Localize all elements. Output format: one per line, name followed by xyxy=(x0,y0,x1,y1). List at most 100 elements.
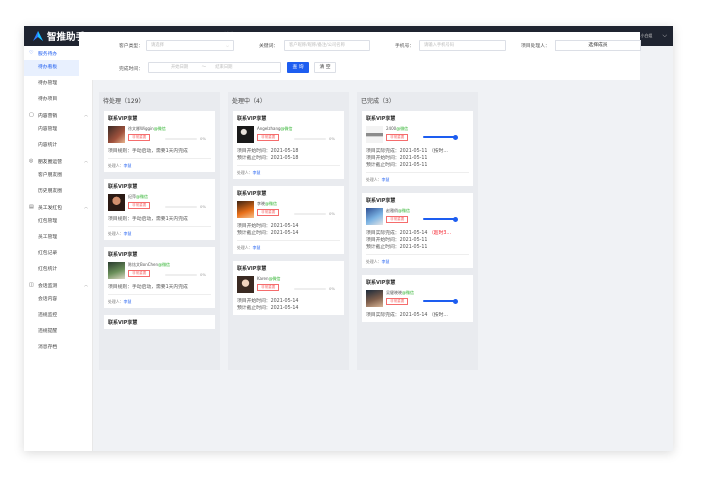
customer-avatar[interactable] xyxy=(108,194,125,211)
sidebar-item[interactable]: 待办项目 xyxy=(24,92,92,108)
task-card[interactable]: 联系VIP享慧 纪萍@微信 非常重要 0% 项目规则：手动启动，需要1天内完成 处理人：李… xyxy=(104,179,215,240)
sidebar-item[interactable]: 违规提醒 xyxy=(24,324,92,340)
heart-icon: ♡ xyxy=(29,50,34,56)
customer-info: 赵雅俏@微信非常重要 xyxy=(386,208,410,227)
task-card[interactable]: 联系VIP享慧 xyxy=(104,315,215,329)
keyword-input[interactable]: 客户昵称/昵称/备注/公司名称 xyxy=(284,40,370,51)
customer-avatar[interactable] xyxy=(366,208,383,225)
task-card[interactable]: 联系VIP享慧 李晓@微信 非常重要 0% 项目开始时间：2021-05-14 预计截止时… xyxy=(233,186,344,254)
wechat-suffix: @微信 xyxy=(265,201,277,206)
sidebar-item[interactable]: 内容统计 xyxy=(24,138,92,154)
progress: 0% xyxy=(165,272,209,277)
sidebar-item[interactable]: 客户朋友圈 xyxy=(24,168,92,184)
card-detail-line: 预计截止时间：2021-05-14 xyxy=(237,230,340,237)
customer-avatar[interactable] xyxy=(237,126,254,143)
progress-percent: 0% xyxy=(329,211,336,216)
user-name[interactable]: 小白姐 xyxy=(640,33,652,39)
task-card[interactable]: 联系VIP享慧 Karen@微信 非常重要 0% 项目开始时间：2021-05-14 预计… xyxy=(233,261,344,315)
sidebar-item[interactable]: 红包记录 xyxy=(24,246,92,262)
clear-button[interactable]: 清 空 xyxy=(314,62,336,73)
priority-tag: 非常重要 xyxy=(386,216,409,223)
customer-name-text: Karen xyxy=(257,276,269,281)
card-detail-line: 项目开始时间：2021-05-14 xyxy=(237,298,340,305)
wechat-suffix: @微信 xyxy=(396,126,409,131)
card-detail-text: 项目实际完成：2021-05-14 （按时... xyxy=(366,313,448,318)
task-card[interactable]: 联系VIP享慧 赵雅俏@微信 非常重要 项目实际完成：2021-05-14 （超时3.… xyxy=(362,193,473,268)
sidebar-group[interactable]: ◫ 会话监测 ︿ xyxy=(24,278,92,292)
handler-name[interactable]: 李慧 xyxy=(382,177,390,182)
handler-name[interactable]: 李慧 xyxy=(124,163,132,168)
card-customer: 纪萍@微信 非常重要 0% xyxy=(108,194,211,213)
card-title: 联系VIP享慧 xyxy=(237,266,267,272)
wechat-suffix: @微信 xyxy=(398,208,410,213)
customer-avatar[interactable] xyxy=(237,276,254,293)
task-card[interactable]: 联系VIP享慧 2400@微信 非常重要 项目实际完成：2021-05-11 （按时.… xyxy=(362,111,473,186)
handler-label: 处理人： xyxy=(366,259,382,264)
customer-avatar[interactable] xyxy=(237,201,254,218)
sidebar-item[interactable]: 内容管理 xyxy=(24,122,92,138)
customer-name: 2400@微信 xyxy=(386,126,408,132)
handler-label: 处理人： xyxy=(237,170,253,175)
date-range-picker[interactable]: 开始日期 ～ 结束日期 xyxy=(148,62,281,73)
card-title: 联系VIP享慧 xyxy=(108,252,138,258)
card-customer: Karen@微信 非常重要 0% xyxy=(237,276,340,295)
sidebar-item[interactable]: 消息存档 xyxy=(24,340,92,356)
phone-label: 手机号： xyxy=(395,44,415,49)
sidebar-item[interactable]: 红包管理 xyxy=(24,214,92,230)
card-detail-line: 项目开始时间：2021-05-11 xyxy=(366,237,469,244)
progress-knob xyxy=(452,216,458,222)
handler-name[interactable]: 李慧 xyxy=(382,259,390,264)
search-button[interactable]: 查 询 xyxy=(287,62,309,73)
progress xyxy=(423,216,467,222)
customer-avatar[interactable] xyxy=(366,290,383,307)
handler-name[interactable]: 李慧 xyxy=(124,299,132,304)
customer-avatar[interactable] xyxy=(108,126,125,143)
column-title: 已完成（3） xyxy=(361,98,395,105)
progress-bar xyxy=(423,216,458,222)
customer-avatar[interactable] xyxy=(108,262,125,279)
progress: 0% xyxy=(294,211,338,216)
sidebar-group-label: 内容营销 xyxy=(38,113,58,119)
sidebar-item[interactable]: 会话内容 xyxy=(24,292,92,308)
progress: 0% xyxy=(294,136,338,141)
progress-fill xyxy=(423,136,455,138)
progress: 0% xyxy=(294,286,338,291)
sidebar-item[interactable]: 员工管理 xyxy=(24,230,92,246)
sidebar-group[interactable]: ▢ 内容营销 ︿ xyxy=(24,108,92,122)
sidebar-item[interactable]: 历史朋友圈 xyxy=(24,184,92,200)
chevron-down-icon: ⌵ xyxy=(225,43,229,48)
customer-type-select[interactable]: 请选择 ⌵ xyxy=(146,40,234,51)
task-card[interactable]: 联系VIP享慧 陈炫文BonChen@微信 非常重要 0% 项目规则：手动启动，需要1天… xyxy=(104,247,215,308)
sidebar-group[interactable]: ◎ 朋友圈运营 ︿ xyxy=(24,154,92,168)
priority-tag: 非常重要 xyxy=(386,298,409,305)
chevron-down-icon[interactable]: ⌵ xyxy=(662,32,667,40)
card-detail-text: 预计截止时间：2021-05-18 xyxy=(237,156,299,161)
card-handler: 处理人：李慧 xyxy=(108,158,211,169)
card-title: 联系VIP享慧 xyxy=(237,191,267,197)
task-card[interactable]: 联系VIP享慧 Angelzhang@微信 非常重要 0% 项目开始时间：2021-05… xyxy=(233,111,344,179)
column-title: 处理中（4） xyxy=(232,98,266,105)
select-member-button[interactable]: 选择成员 xyxy=(555,40,641,51)
card-detail-line: 项目开始时间：2021-05-11 xyxy=(366,155,469,162)
progress-bar xyxy=(423,298,458,304)
customer-name-text: 吴健晓晓 xyxy=(386,290,402,295)
handler-name[interactable]: 李慧 xyxy=(124,231,132,236)
card-detail-line: 项目规则：手动启动，需要1天内完成 xyxy=(108,148,211,155)
card-title: 联系VIP享慧 xyxy=(366,198,396,204)
priority-tag: 非常重要 xyxy=(128,202,151,209)
sidebar-item[interactable]: 违规监控 xyxy=(24,308,92,324)
handler-name[interactable]: 李慧 xyxy=(253,245,261,250)
card-handler: 处理人：李慧 xyxy=(108,226,211,237)
task-card[interactable]: 联系VIP享慧 徐文娜Wiggin@微信 非常重要 0% 项目规则：手动启动，需要1天内… xyxy=(104,111,215,172)
task-card[interactable]: 联系VIP享慧 吴健晓晓@微信 非常重要 项目实际完成：2021-05-14 （按时.… xyxy=(362,275,473,322)
card-customer: 吴健晓晓@微信 非常重要 xyxy=(366,290,469,309)
customer-name: 吴健晓晓@微信 xyxy=(386,290,414,296)
column-completed: 已完成（3） 联系VIP享慧 2400@微信 非常重要 项目实际完成：2021-05-1… xyxy=(357,92,478,370)
handler-name[interactable]: 李慧 xyxy=(253,170,261,175)
sidebar-group[interactable]: ▤ 员工发红包 ︿ xyxy=(24,200,92,214)
phone-input[interactable]: 请输入手机号码 xyxy=(419,40,506,51)
customer-avatar[interactable] xyxy=(366,126,383,143)
sidebar-group-label: 会话监测 xyxy=(38,283,58,289)
customer-name-text: 赵雅俏 xyxy=(386,208,398,213)
sidebar-item[interactable]: 红包统计 xyxy=(24,262,92,278)
